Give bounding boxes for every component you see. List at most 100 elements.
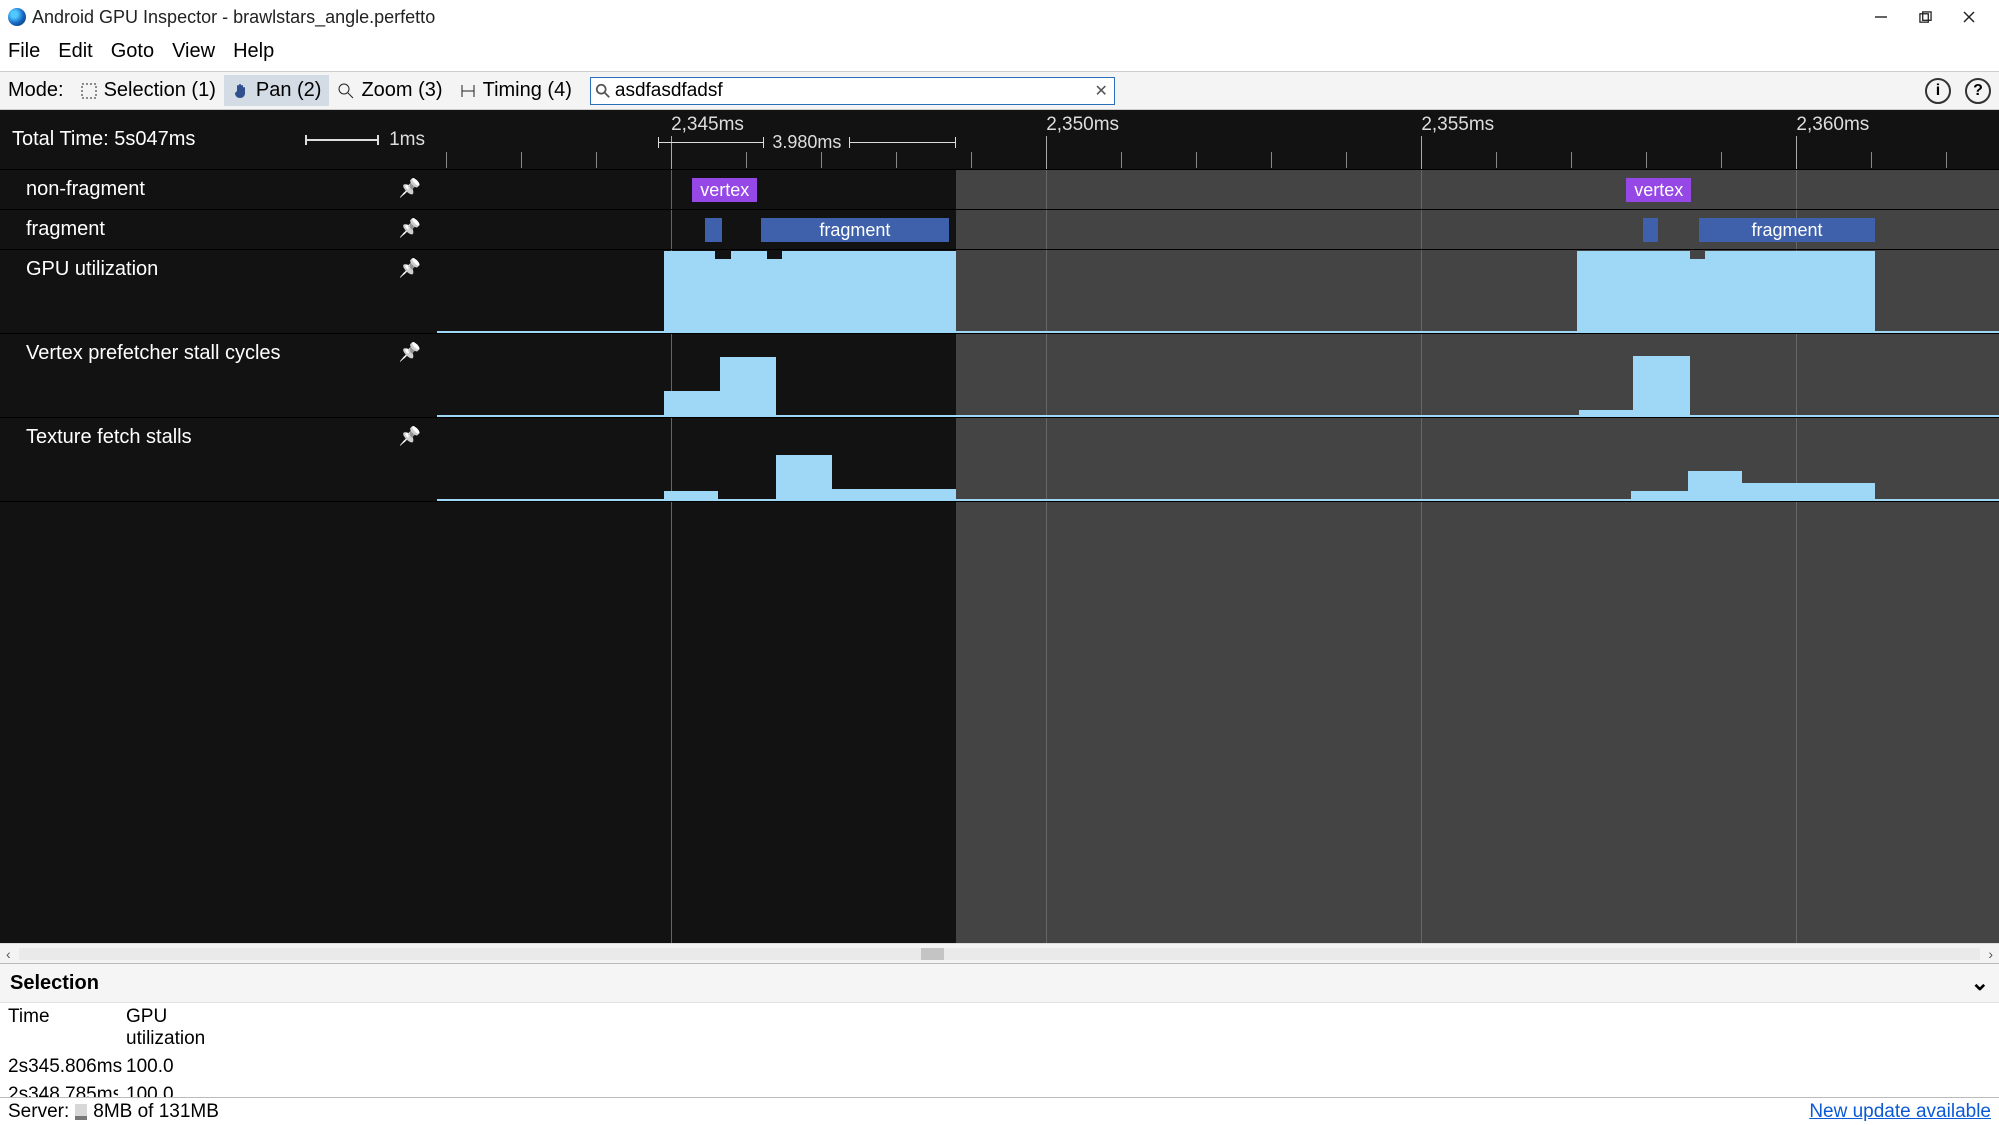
chart-segment[interactable]: [720, 357, 776, 415]
timeline-slice[interactable]: vertex: [692, 178, 757, 202]
close-button[interactable]: [1947, 2, 1991, 32]
status-bar: Server: 8MB of 131MB New update availabl…: [0, 1097, 1999, 1125]
selection-icon: [80, 82, 98, 100]
menu-view[interactable]: View: [172, 40, 215, 63]
pin-icon[interactable]: 📌: [399, 426, 421, 447]
track-body[interactable]: fragment fragment: [437, 210, 1999, 249]
chart-segment[interactable]: [767, 259, 782, 331]
chart-segment[interactable]: [1705, 251, 1875, 331]
mode-selection[interactable]: Selection (1): [72, 75, 224, 106]
chart-segment[interactable]: [1742, 483, 1875, 499]
mode-label: Mode:: [8, 79, 64, 102]
total-time-label: Total Time: 5s047ms: [12, 128, 195, 151]
track-body[interactable]: [437, 418, 1999, 501]
search-input[interactable]: [615, 80, 1089, 102]
chart-segment[interactable]: [1690, 259, 1705, 331]
selection-cell: 2s345.806ms: [0, 1053, 118, 1081]
timeline-slice[interactable]: vertex: [1626, 178, 1691, 202]
track-label[interactable]: Texture fetch stalls📌: [0, 418, 437, 501]
menu-bar: File Edit Goto View Help: [0, 34, 1999, 72]
timeline-slice[interactable]: fragment: [761, 218, 949, 242]
chevron-down-icon[interactable]: ⌄: [1971, 970, 1989, 996]
mode-zoom[interactable]: Zoom (3): [329, 75, 450, 106]
measurement-bracket: 3.980ms: [658, 132, 957, 153]
menu-file[interactable]: File: [8, 40, 40, 63]
chart-segment[interactable]: [1688, 471, 1743, 499]
track-label[interactable]: non-fragment📌: [0, 170, 437, 209]
menu-edit[interactable]: Edit: [58, 40, 92, 63]
horizontal-scrollbar[interactable]: ‹ ›: [0, 943, 1999, 963]
scrollbar-track[interactable]: [19, 948, 1981, 960]
chart-segment[interactable]: [664, 491, 718, 499]
scroll-left-icon[interactable]: ‹: [6, 946, 11, 962]
timeline-empty-area[interactable]: [0, 502, 1999, 943]
chart-segment[interactable]: [1633, 356, 1690, 415]
selection-panel: Selection ⌄ TimeGPU utilization2s345.806…: [0, 963, 1999, 1097]
selection-cell: 100.0: [118, 1081, 258, 1097]
timeline-slice[interactable]: fragment: [1699, 218, 1875, 242]
chart-segment[interactable]: [664, 391, 720, 415]
minimize-button[interactable]: [1859, 2, 1903, 32]
help-button[interactable]: ?: [1965, 78, 1991, 104]
chart-segment[interactable]: [782, 251, 956, 331]
search-clear-icon[interactable]: ✕: [1088, 81, 1113, 101]
pin-icon[interactable]: 📌: [399, 178, 421, 199]
window-title: Android GPU Inspector - brawlstars_angle…: [32, 7, 435, 28]
update-link[interactable]: New update available: [1809, 1101, 1991, 1123]
ruler-tick-label: 2,350ms: [1046, 114, 1119, 136]
chart-segment[interactable]: [1577, 251, 1690, 331]
chart-segment[interactable]: [731, 251, 767, 331]
scale-indicator: 1ms: [305, 129, 425, 151]
maximize-button[interactable]: [1903, 2, 1947, 32]
scrollbar-thumb[interactable]: [921, 948, 944, 960]
mode-timing[interactable]: Timing (4): [451, 75, 580, 106]
selection-table: TimeGPU utilization2s345.806ms100.02s348…: [0, 1003, 1999, 1097]
track-body[interactable]: vertex vertex: [437, 170, 1999, 209]
search-box[interactable]: ✕: [590, 77, 1115, 105]
track-label[interactable]: Vertex prefetcher stall cycles📌: [0, 334, 437, 417]
menu-help[interactable]: Help: [233, 40, 274, 63]
zoom-icon: [337, 82, 355, 100]
timeline-slice[interactable]: [1643, 218, 1658, 242]
track-body[interactable]: [437, 334, 1999, 417]
ruler-area[interactable]: 2,345ms2,350ms2,355ms2,360ms3.980ms: [437, 110, 1999, 169]
track-row: non-fragment📌 vertex vertex: [0, 170, 1999, 210]
chart-segment[interactable]: [664, 251, 715, 331]
track-row: Texture fetch stalls📌: [0, 418, 1999, 502]
timeline[interactable]: Total Time: 5s047ms 1ms 2,345ms2,350ms2,…: [0, 110, 1999, 943]
track-body[interactable]: [437, 250, 1999, 333]
track-row: Vertex prefetcher stall cycles📌: [0, 334, 1999, 418]
toolbar: Mode: Selection (1) Pan (2) Zoom (3) Tim…: [0, 72, 1999, 110]
menu-goto[interactable]: Goto: [111, 40, 154, 63]
server-label: Server:: [8, 1101, 69, 1123]
chart-segment[interactable]: [1579, 410, 1633, 415]
app-icon: [8, 8, 26, 26]
timeline-slice[interactable]: [705, 218, 722, 242]
chart-segment[interactable]: [776, 455, 832, 499]
chart-segment[interactable]: [1631, 491, 1687, 499]
memory-meter-icon: [75, 1104, 87, 1120]
pin-icon[interactable]: 📌: [399, 342, 421, 363]
selection-cell: 100.0: [118, 1053, 258, 1081]
chart-segment[interactable]: [715, 259, 732, 331]
track-row: GPU utilization📌: [0, 250, 1999, 334]
selection-cell: 2s348.785ms: [0, 1081, 118, 1097]
ruler-left: Total Time: 5s047ms 1ms: [0, 110, 437, 169]
track-row: fragment📌 fragment fragment: [0, 210, 1999, 250]
memory-label: 8MB of 131MB: [93, 1101, 219, 1123]
info-button[interactable]: i: [1925, 78, 1951, 104]
pin-icon[interactable]: 📌: [399, 218, 421, 239]
track-label[interactable]: fragment📌: [0, 210, 437, 249]
search-icon: [595, 83, 611, 99]
scroll-right-icon[interactable]: ›: [1988, 946, 1993, 962]
selection-col-header: GPU utilization: [118, 1003, 258, 1053]
pin-icon[interactable]: 📌: [399, 258, 421, 279]
track-label[interactable]: GPU utilization📌: [0, 250, 437, 333]
selection-header[interactable]: Selection ⌄: [0, 964, 1999, 1003]
ruler-tick-label: 2,355ms: [1421, 114, 1494, 136]
ruler-row: Total Time: 5s047ms 1ms 2,345ms2,350ms2,…: [0, 110, 1999, 170]
title-bar: Android GPU Inspector - brawlstars_angle…: [0, 0, 1999, 34]
timing-icon: [459, 82, 477, 100]
chart-segment[interactable]: [832, 489, 956, 499]
mode-pan[interactable]: Pan (2): [224, 75, 330, 106]
